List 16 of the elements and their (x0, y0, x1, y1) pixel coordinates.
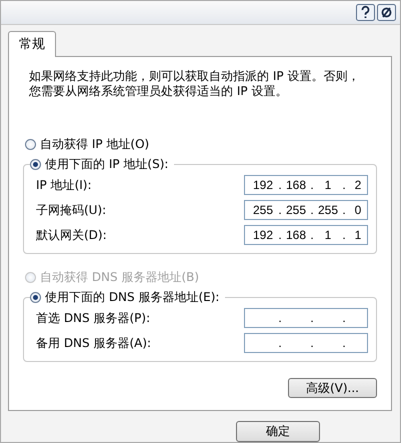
field-label: 首选 DNS 服务器(P): (35, 310, 150, 326)
intro-text: 如果网络支持此功能，则可以获取自动指派的 IP 设置。否则，您需要从网络系统管理员处获得适当的 IP 设置。 (29, 69, 360, 99)
help-icon[interactable] (356, 4, 375, 21)
ip-address-field[interactable]: . . . (244, 333, 368, 353)
field-label: 子网掩码(U): (35, 202, 106, 218)
close-icon[interactable] (377, 4, 396, 21)
ip-address-field[interactable]: 192 . 168 . 1 . 1 (244, 225, 368, 245)
ip-address-field[interactable]: . . . (244, 308, 368, 328)
tab[interactable]: 常规 (8, 31, 56, 57)
ip-address-field[interactable]: 192 . 168 . 1 . 2 (244, 175, 368, 195)
field-label: 默认网关(D): (35, 226, 107, 244)
field-label: 备用 DNS 服务器(A): (35, 334, 152, 352)
ip-address-field[interactable]: 255 . 255 . 255 . 0 (244, 200, 368, 220)
ok-button[interactable]: 确定 (236, 421, 320, 442)
advanced-button[interactable]: 高级(V)... (288, 378, 377, 398)
field-label: IP 地址(I): (35, 176, 92, 194)
